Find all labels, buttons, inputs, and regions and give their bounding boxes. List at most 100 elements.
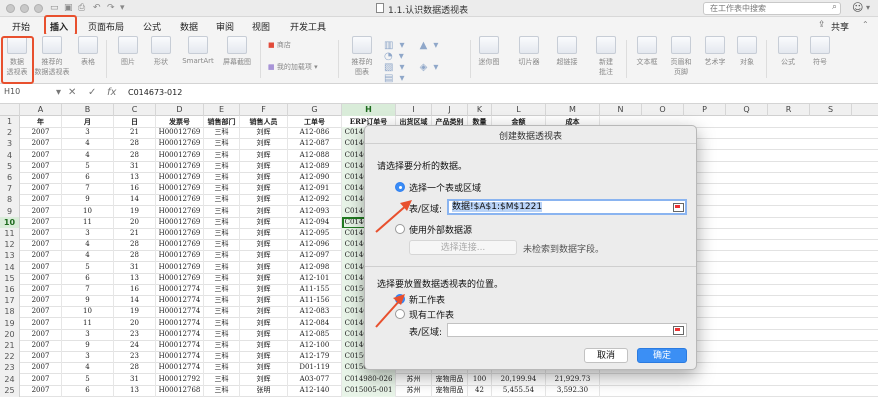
table-cell[interactable]: 16	[114, 183, 156, 196]
table-cell[interactable]: 工单号	[288, 116, 342, 128]
range-picker-icon[interactable]	[673, 203, 684, 212]
table-cell[interactable]: 苏州	[396, 384, 432, 397]
radio-new-sheet-label[interactable]: 新工作表	[409, 293, 445, 306]
table-cell[interactable]: 日	[114, 116, 156, 128]
table-cell[interactable]: A12-101	[288, 272, 342, 285]
store-button[interactable]: ■ 商店	[268, 40, 291, 50]
table-cell[interactable]: 2007	[20, 194, 62, 207]
table-cell[interactable]: 刘辉	[240, 295, 288, 308]
table-cell[interactable]: A12-083	[288, 306, 342, 319]
table-cell[interactable]: A12-084	[288, 317, 342, 330]
row-header[interactable]: 11	[0, 228, 20, 240]
table-cell[interactable]: 20,199.94	[492, 373, 546, 386]
row-header[interactable]: 20	[0, 328, 20, 341]
table-cell[interactable]: A11-156	[288, 295, 342, 308]
table-cell[interactable]: 28	[114, 149, 156, 162]
table-cell[interactable]: 三科	[204, 272, 240, 285]
print-icon[interactable]: ⎙	[78, 3, 85, 13]
table-cell[interactable]: 10	[62, 306, 114, 319]
table-cell[interactable]: 三科	[204, 138, 240, 151]
ok-button[interactable]: 确定	[637, 348, 687, 363]
table-cell[interactable]: 11	[62, 317, 114, 330]
header-footer-button[interactable]: 页眉和 页脚	[666, 36, 696, 77]
table-cell[interactable]: 2007	[20, 284, 62, 296]
row-header[interactable]: 22	[0, 351, 20, 364]
recommended-charts-button[interactable]: 推荐的 图表	[343, 36, 381, 77]
table-cell[interactable]: 三科	[204, 284, 240, 296]
cancel-button[interactable]: 取消	[584, 348, 628, 363]
smiley-feedback-icon[interactable]: ☺	[852, 1, 863, 14]
table-cell[interactable]: 三科	[204, 205, 240, 218]
row-header[interactable]: 8	[0, 194, 20, 207]
column-header-g[interactable]: G	[288, 104, 342, 116]
table-cell[interactable]: 2007	[20, 149, 62, 162]
row-header[interactable]: 14	[0, 261, 20, 274]
radio-existing-sheet-label[interactable]: 现有工作表	[409, 308, 454, 321]
table-cell[interactable]: 刘辉	[240, 284, 288, 296]
table-cell[interactable]: H00012769	[156, 183, 204, 196]
table-cell[interactable]: 31	[114, 373, 156, 386]
table-cell[interactable]: 刘辉	[240, 250, 288, 263]
table-cell[interactable]: 3,592.30	[546, 384, 600, 397]
table-cell[interactable]: 3	[62, 351, 114, 364]
table-cell[interactable]: 发票号	[156, 116, 204, 128]
table-cell[interactable]: H00012769	[156, 194, 204, 207]
column-header-s[interactable]: S	[810, 104, 852, 116]
column-header-o[interactable]: O	[642, 104, 684, 116]
table-cell[interactable]: A12-094	[288, 216, 342, 229]
table-cell[interactable]: 28	[114, 138, 156, 151]
customize-toolbar-icon[interactable]: ▾	[120, 3, 125, 13]
table-cell[interactable]: 2007	[20, 384, 62, 397]
table-cell[interactable]: 三科	[204, 295, 240, 308]
collapse-ribbon-icon[interactable]: ⌃	[862, 20, 869, 29]
table-cell[interactable]: H00012769	[156, 149, 204, 162]
row-header[interactable]: 4	[0, 149, 20, 162]
table-cell[interactable]: 2007	[20, 183, 62, 196]
table-cell[interactable]: 14	[114, 194, 156, 207]
row-header[interactable]: 6	[0, 172, 20, 184]
table-cell[interactable]: A12-086	[288, 127, 342, 140]
row-header[interactable]: 24	[0, 373, 20, 386]
row-header[interactable]: 13	[0, 250, 20, 263]
table-cell[interactable]: 4	[62, 250, 114, 263]
table-cell[interactable]: 刘辉	[240, 340, 288, 352]
table-cell[interactable]: 20	[114, 216, 156, 229]
table-cell[interactable]: A12-091	[288, 183, 342, 196]
table-cell[interactable]: 三科	[204, 317, 240, 330]
table-cell[interactable]: 10	[62, 205, 114, 218]
table-cell[interactable]: A12-097	[288, 250, 342, 263]
new-comment-button[interactable]: 新建 批注	[592, 36, 620, 77]
table-cell[interactable]: H00012769	[156, 261, 204, 274]
table-cell[interactable]: C014980-026	[342, 373, 396, 386]
row-header[interactable]: 19	[0, 317, 20, 330]
tab-review[interactable]: 审阅	[216, 20, 234, 33]
chart-gallery[interactable]: ▥▾ ▲▾ ◔▾ ▧▾ ◈▾ ▤▾	[384, 40, 466, 84]
table-cell[interactable]: 三科	[204, 216, 240, 229]
table-cell[interactable]: 4	[62, 362, 114, 375]
table-cell[interactable]: 刘辉	[240, 272, 288, 285]
row-header[interactable]: 17	[0, 295, 20, 308]
column-header-n[interactable]: N	[600, 104, 642, 116]
sheet-search-input[interactable]: 在工作表中搜索	[703, 2, 841, 15]
slicer-button[interactable]: 切片器	[514, 36, 544, 67]
table-cell[interactable]: 5	[62, 373, 114, 386]
table-cell[interactable]: 2007	[20, 351, 62, 364]
table-cell[interactable]: A12-089	[288, 160, 342, 173]
table-cell[interactable]: H00012769	[156, 138, 204, 151]
column-header-h[interactable]: H	[342, 104, 396, 116]
table-cell[interactable]: H00012769	[156, 272, 204, 285]
table-cell[interactable]: 13	[114, 172, 156, 184]
range-input[interactable]: 数据!$A$1:$M$1221	[447, 199, 687, 215]
table-cell[interactable]: 28	[114, 239, 156, 252]
table-cell[interactable]: H00012769	[156, 216, 204, 229]
row-header[interactable]: 15	[0, 272, 20, 285]
table-cell[interactable]: 刘辉	[240, 149, 288, 162]
share-button[interactable]: 共享	[831, 20, 849, 33]
name-box-dropdown-icon[interactable]: ▾	[56, 87, 61, 98]
table-cell[interactable]: 23	[114, 351, 156, 364]
table-cell[interactable]: H00012792	[156, 373, 204, 386]
table-cell[interactable]: 42	[468, 384, 492, 397]
table-cell[interactable]: 21,929.73	[546, 373, 600, 386]
table-cell[interactable]: H00012769	[156, 239, 204, 252]
table-cell[interactable]: H00012774	[156, 306, 204, 319]
